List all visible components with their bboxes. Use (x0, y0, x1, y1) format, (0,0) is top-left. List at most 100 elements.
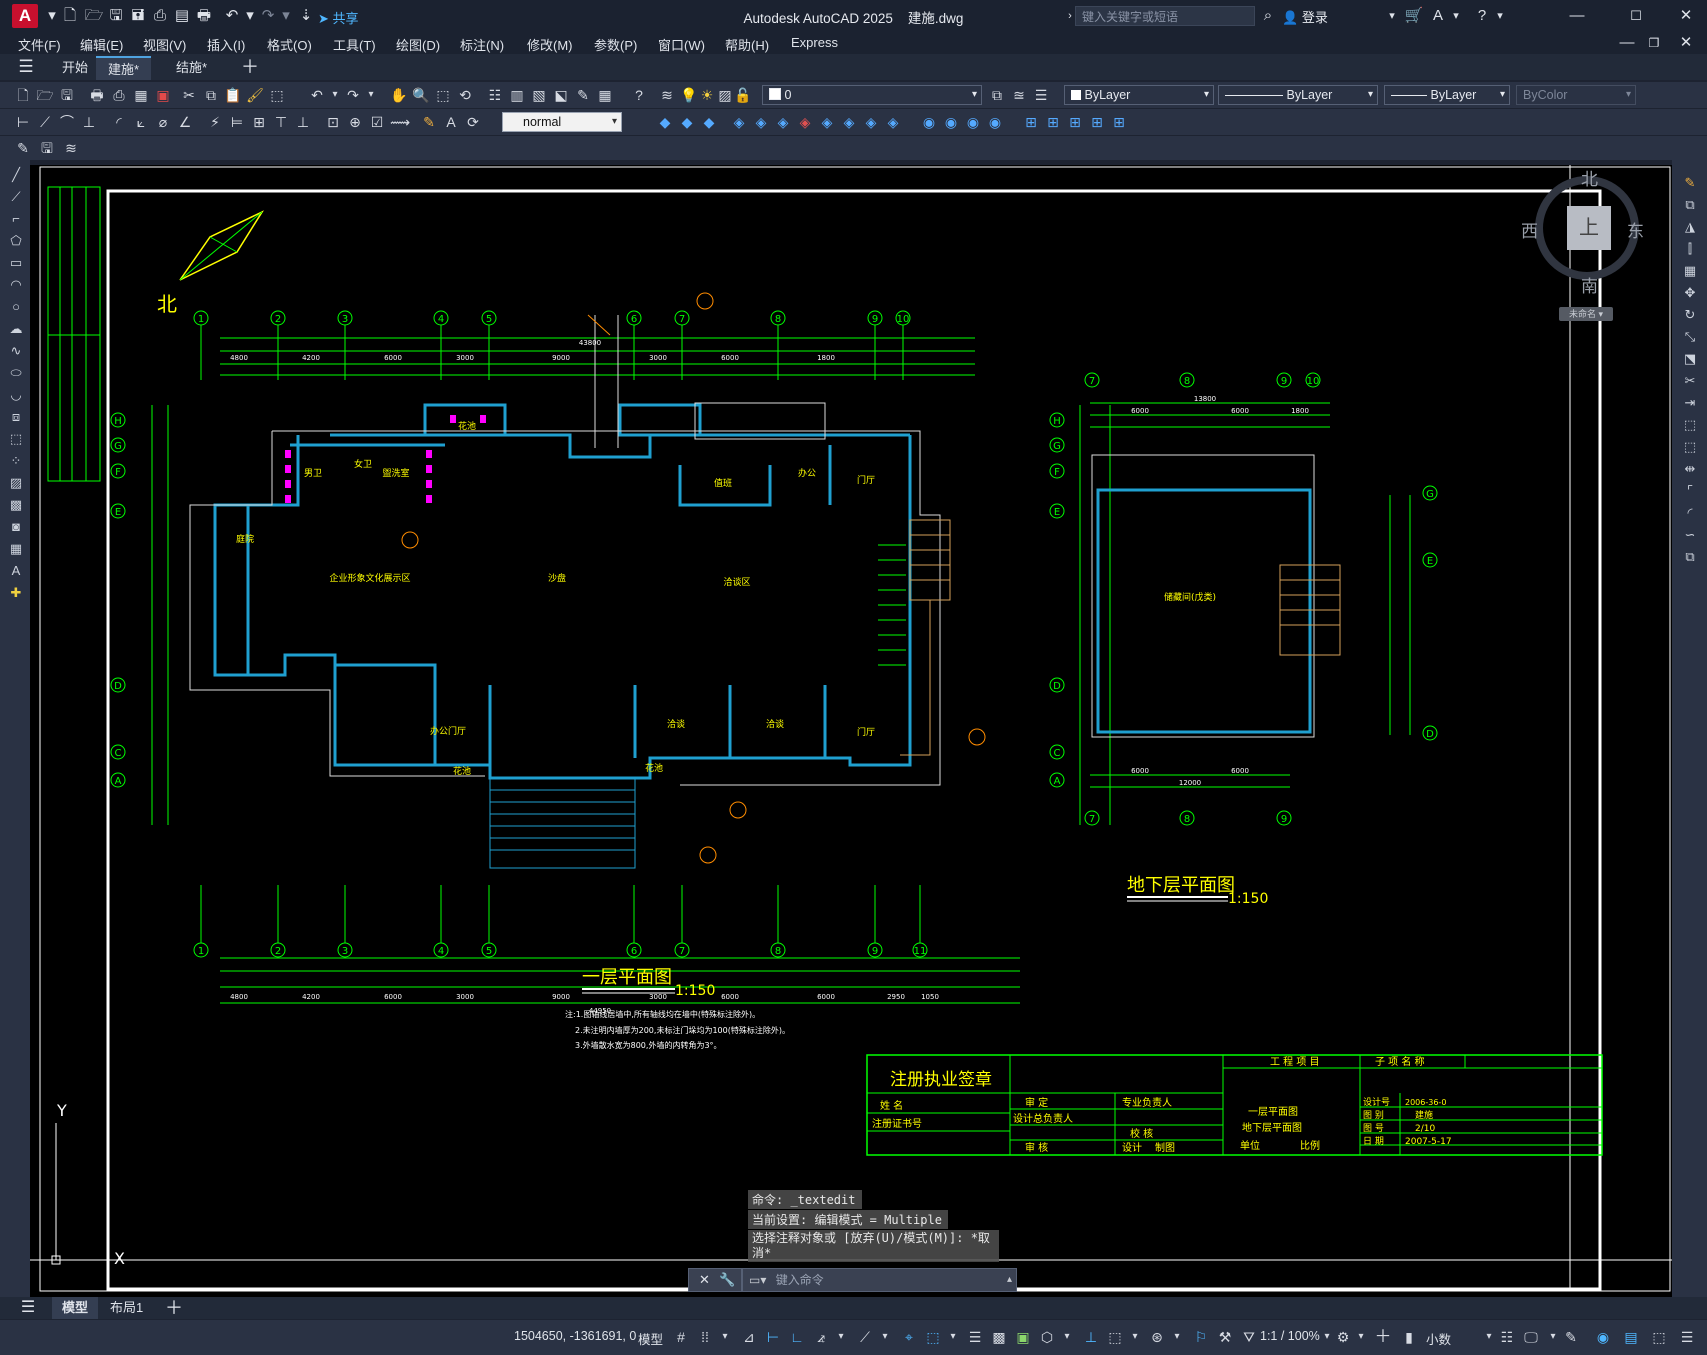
lock-ui-icon[interactable]: 🖵 (1522, 1328, 1540, 1346)
menu-dimension[interactable]: 标注(N) (460, 35, 504, 54)
isometric-icon[interactable]: ⟋ (856, 1328, 874, 1346)
presspull-icon[interactable]: ◈ (752, 113, 770, 131)
share-button[interactable]: ➤ 共享 (318, 8, 359, 27)
polar-tracking-icon[interactable]: ⦨ (812, 1328, 830, 1346)
zoom-previous-icon[interactable]: ⟲ (456, 86, 474, 104)
menu-edit[interactable]: 编辑(E) (80, 35, 123, 54)
design-center-icon[interactable]: ▥ (508, 86, 526, 104)
jogged-icon[interactable]: ⟀ (132, 113, 150, 131)
save-icon[interactable]: 🖫 (58, 86, 76, 104)
viewcube-top-face[interactable]: 上 (1567, 206, 1611, 250)
auto-scale-icon[interactable]: ⚒ (1216, 1328, 1234, 1346)
fillet-icon[interactable]: ◜ (1681, 504, 1699, 522)
sweep-icon[interactable]: ◈ (774, 113, 792, 131)
dim-edit-icon[interactable]: ✎ (420, 113, 438, 131)
fillet-edge-icon[interactable]: ◉ (986, 113, 1004, 131)
menu-tools[interactable]: 工具(T) (333, 35, 376, 54)
cursor-coordinates[interactable]: 1504650, -1361691, 0 (514, 1329, 636, 1343)
command-input[interactable]: ▭▾ 键入命令 ▴ (742, 1268, 1017, 1292)
new-layout-plus-icon[interactable]: ＋ (164, 1298, 184, 1318)
search-icon[interactable]: ⌕ (1258, 6, 1278, 26)
trim-icon[interactable]: ✂ (1681, 372, 1699, 390)
tab-start[interactable]: 开始 (50, 56, 100, 80)
sheet-set-icon[interactable]: ⬕ (552, 86, 570, 104)
arc-icon[interactable]: ◠ (7, 276, 25, 294)
ortho-icon[interactable]: ∟ (788, 1328, 806, 1346)
markup-icon[interactable]: ✎ (574, 86, 592, 104)
search-input[interactable]: 键入关键字或短语 (1075, 6, 1255, 26)
material-icon[interactable]: ⊞ (1110, 113, 1128, 131)
minimize-icon[interactable]: — (1567, 6, 1587, 26)
center-mark-icon[interactable]: ⊕ (346, 113, 364, 131)
offset-icon[interactable]: ⫿ (1681, 240, 1699, 258)
units-value[interactable]: 小数 (1426, 1329, 1451, 1348)
extrude-icon[interactable]: ◈ (730, 113, 748, 131)
array-icon[interactable]: ▦ (1681, 262, 1699, 280)
object-snap-tracking-icon[interactable]: ⌖ (900, 1328, 918, 1346)
box-3d-icon[interactable]: ◆ (656, 113, 674, 131)
point-icon[interactable]: ⁘ (7, 452, 25, 470)
clean-screen-icon[interactable]: ▤ (1622, 1328, 1640, 1346)
make-block-icon[interactable]: ⬚ (7, 430, 25, 448)
open-icon[interactable]: 🗁 (36, 86, 54, 104)
construction-line-icon[interactable]: ⟋ (7, 188, 25, 206)
rectangle-icon[interactable]: ▭ (7, 254, 25, 272)
menu-help[interactable]: 帮助(H) (725, 35, 769, 54)
chevron-down-icon[interactable]: ▾ (1168, 1328, 1186, 1346)
extend-icon[interactable]: ⇥ (1681, 394, 1699, 412)
linetype-dropdown[interactable]: ByLayer ▾ (1218, 85, 1378, 105)
infer-constraints-icon[interactable]: ⊿ (740, 1328, 758, 1346)
aligned-dimension-icon[interactable]: ⟋ (36, 113, 54, 131)
slice-icon[interactable]: ◈ (862, 113, 880, 131)
chevron-down-icon[interactable]: ▾ (276, 6, 296, 26)
chevron-down-icon[interactable]: ▾ (1058, 1328, 1076, 1346)
viewcube[interactable]: 上 北 南 东 西 未命名 ▾ (1521, 170, 1652, 330)
close-icon[interactable]: ✕ (699, 1272, 710, 1288)
chevron-down-icon[interactable]: ▾ (1490, 6, 1510, 26)
dim-style-dropdown[interactable]: normal ▾ (502, 112, 622, 132)
object-snap-icon[interactable]: ⬚ (924, 1328, 942, 1346)
layer-dropdown[interactable]: 0 ▾ (762, 85, 982, 105)
make-object-layer-current-icon[interactable]: ⧉ (988, 86, 1006, 104)
chevron-down-icon[interactable]: ▾ (1126, 1328, 1144, 1346)
break-at-point-icon[interactable]: ⬚ (1681, 416, 1699, 434)
radius-icon[interactable]: ◜ (110, 113, 128, 131)
scale-icon[interactable]: ⤡ (1681, 328, 1699, 346)
doc-restore-icon[interactable]: ❐ (1644, 33, 1664, 53)
chevron-down-icon[interactable]: ▾ (832, 1328, 850, 1346)
chevron-down-icon[interactable]: ▾ (1544, 1328, 1562, 1346)
tab-model[interactable]: 模型 (52, 1297, 99, 1319)
help-icon[interactable]: ? (1472, 6, 1492, 26)
chevron-up-icon[interactable]: ▴ (1007, 1269, 1012, 1291)
cylinder-3d-icon[interactable]: ◆ (678, 113, 696, 131)
undo-icon[interactable]: ↶ (222, 6, 242, 26)
hardware-acceleration-icon[interactable]: ◉ (1594, 1328, 1612, 1346)
drawing-canvas[interactable]: 北 1 2 3 4 5 6 7 8 9 10 1 2 3 4 5 6 7 8 9 11 H G F E D C A H G F E D C… (30, 165, 1672, 1297)
lineweight-dropdown[interactable]: ByLayer ▾ (1384, 85, 1510, 105)
layer-previous-icon[interactable]: ≊ (1010, 86, 1028, 104)
autodesk-a360-icon[interactable]: A (1428, 6, 1448, 26)
layer-unlock-icon[interactable]: 🔓 (734, 86, 752, 104)
chevron-down-icon[interactable]: ▾ (326, 86, 344, 104)
chevron-down-icon[interactable]: ▾ (876, 1328, 894, 1346)
web-mobile-icon[interactable]: ▤ (172, 6, 192, 26)
paste-icon[interactable]: 📋 (224, 86, 242, 104)
move-icon[interactable]: ✥ (1681, 284, 1699, 302)
viewcube-west[interactable]: 西 (1521, 217, 1538, 242)
snap-icon[interactable]: ⁞⁞ (696, 1328, 714, 1346)
publish-icon[interactable]: ⎙ (150, 6, 170, 26)
tab-jieshi[interactable]: 结施* (164, 56, 219, 80)
dynamic-input-icon[interactable]: ⊢ (764, 1328, 782, 1346)
layer-properties-icon[interactable]: ≋ (658, 86, 676, 104)
tab-layout1[interactable]: 布局1 (100, 1297, 153, 1319)
revolve-icon[interactable]: ◉ (942, 113, 960, 131)
annotation-scale-icon[interactable]: ⛛ (1240, 1328, 1258, 1346)
customization-icon[interactable]: ☰ (1678, 1328, 1696, 1346)
block-editor-icon[interactable]: ⬚ (268, 86, 286, 104)
grid-icon[interactable]: # (672, 1328, 690, 1346)
dynamic-ucs-icon[interactable]: ⊥ (1082, 1328, 1100, 1346)
undo-icon[interactable]: ↶ (308, 86, 326, 104)
redo-icon[interactable]: ↷ (344, 86, 362, 104)
ordinate-icon[interactable]: ⊥ (80, 113, 98, 131)
quick-dimension-icon[interactable]: ⚡ (206, 113, 224, 131)
